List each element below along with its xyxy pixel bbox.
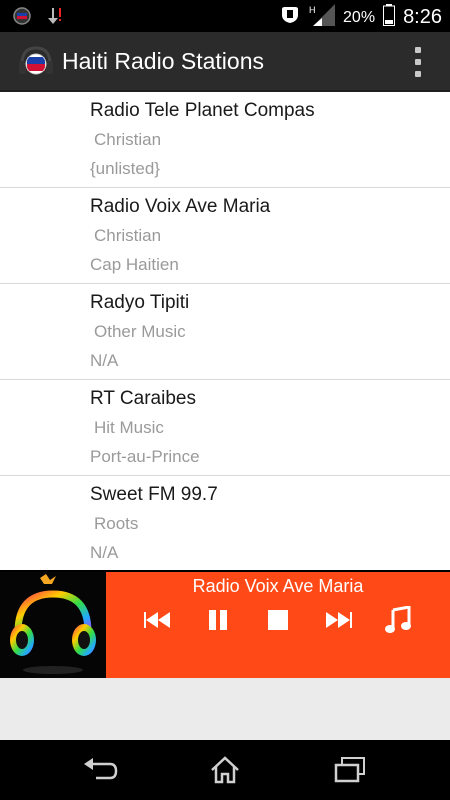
- pause-icon[interactable]: [200, 602, 236, 638]
- station-name: Radio Voix Ave Maria: [90, 196, 271, 217]
- navigation-bar: [0, 740, 450, 800]
- list-item[interactable]: Radyo Tipiti Other Music N/A: [0, 284, 450, 380]
- station-genre: Christian: [94, 226, 162, 245]
- list-item[interactable]: Radio Tele Planet Compas Christian {unli…: [0, 92, 450, 188]
- music-note-icon[interactable]: [380, 602, 416, 638]
- battery-icon: [383, 4, 396, 31]
- recent-apps-icon[interactable]: [330, 754, 370, 786]
- app-notification-icon: [12, 6, 32, 31]
- back-icon[interactable]: [80, 754, 120, 786]
- previous-icon[interactable]: [140, 602, 176, 638]
- station-location: N/A: [90, 543, 119, 562]
- station-genre: Other Music: [94, 322, 186, 341]
- station-name: RT Caraibes: [90, 388, 196, 409]
- station-location: Port-au-Prince: [90, 447, 200, 466]
- vibrate-icon: [279, 5, 301, 30]
- download-icon: [44, 6, 64, 31]
- station-location: N/A: [90, 351, 119, 370]
- album-art: [0, 572, 106, 678]
- clock: 8:26: [403, 6, 442, 28]
- status-bar: H 20% 8:26: [0, 0, 450, 32]
- station-name: Radio Tele Planet Compas: [90, 100, 315, 121]
- list-item[interactable]: Sweet FM 99.7 Roots N/A: [0, 476, 450, 570]
- list-item[interactable]: Radio Voix Ave Maria Christian Cap Haiti…: [0, 188, 450, 284]
- player-bar: Radio Voix Ave Maria: [0, 572, 450, 678]
- station-location: Cap Haitien: [90, 255, 179, 274]
- home-icon[interactable]: [205, 754, 245, 786]
- stop-icon[interactable]: [260, 602, 296, 638]
- empty-area: [0, 678, 450, 740]
- radio-flag-icon[interactable]: [18, 44, 54, 80]
- station-genre: Hit Music: [94, 418, 164, 437]
- overflow-menu-icon[interactable]: [414, 47, 422, 77]
- next-icon[interactable]: [320, 602, 356, 638]
- list-item[interactable]: RT Caraibes Hit Music Port-au-Prince: [0, 380, 450, 476]
- station-location: {unlisted}: [90, 159, 160, 178]
- station-name: Sweet FM 99.7: [90, 484, 218, 505]
- player-controls-panel: Radio Voix Ave Maria: [106, 572, 450, 678]
- signal-h-icon: H: [309, 4, 336, 31]
- battery-percent: 20%: [343, 8, 376, 26]
- action-bar: Haiti Radio Stations: [0, 32, 450, 92]
- now-playing-title: Radio Voix Ave Maria: [192, 576, 364, 596]
- station-genre: Roots: [94, 514, 139, 533]
- station-list[interactable]: Radio Tele Planet Compas Christian {unli…: [0, 92, 450, 570]
- svg-text:H: H: [309, 5, 316, 15]
- page-title: Haiti Radio Stations: [62, 48, 264, 74]
- station-genre: Christian: [94, 130, 162, 149]
- station-name: Radyo Tipiti: [90, 292, 190, 313]
